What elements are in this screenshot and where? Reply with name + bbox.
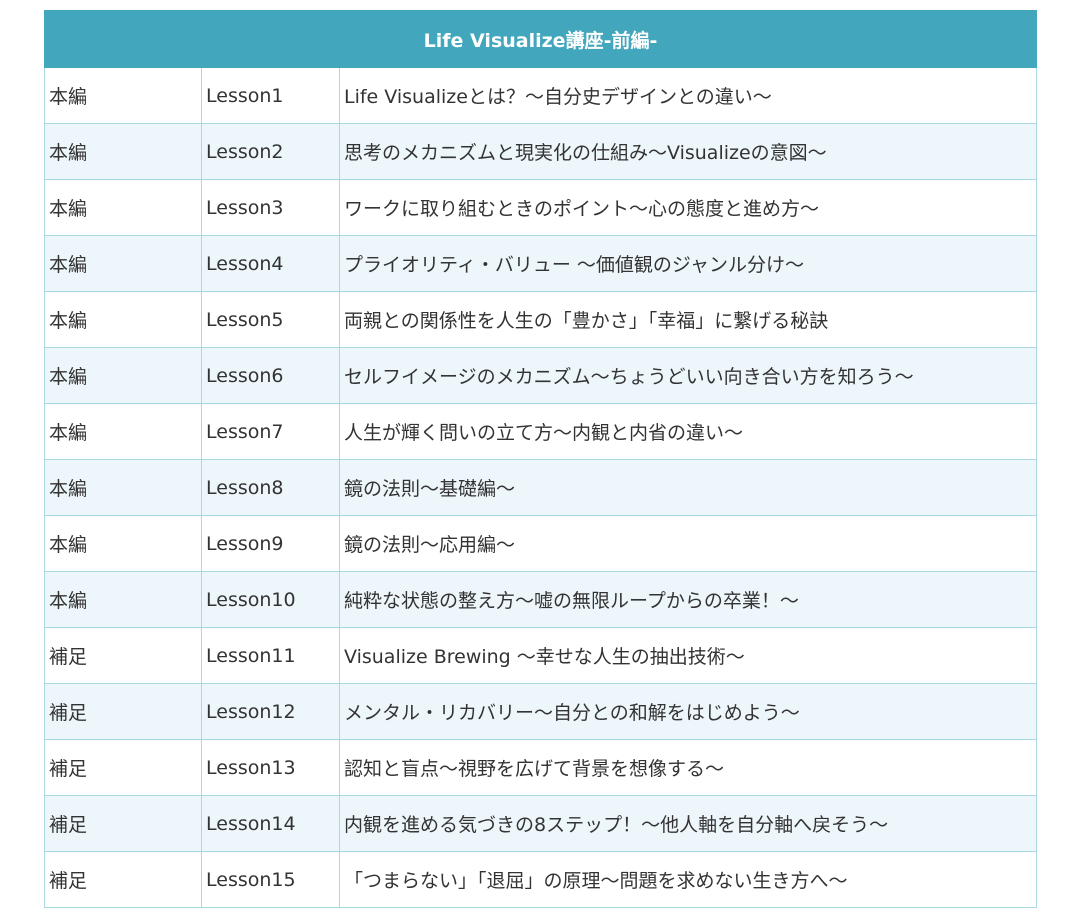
row-title-cell: 思考のメカニズムと現実化の仕組み～Visualizeの意図～: [338, 123, 1038, 180]
row-type-cell: 本編: [44, 179, 202, 236]
table-row: 本編 Lesson1 Life Visualizeとは？～自分史デザインとの違い～: [44, 67, 1038, 124]
row-lesson-cell: Lesson1: [201, 67, 340, 124]
row-title-cell: Visualize Brewing ～幸せな人生の抽出技術～: [338, 627, 1038, 684]
row-type-cell: 本編: [44, 347, 202, 404]
row-type-cell: 本編: [44, 515, 202, 572]
row-type-cell: 補足: [44, 627, 202, 684]
row-title-cell: ワークに取り組むときのポイント～心の態度と進め方～: [338, 179, 1038, 236]
table-row: 本編 Lesson4 プライオリティ・バリュー ～価値観のジャンル分け～: [44, 235, 1038, 292]
table-row: 本編 Lesson9 鏡の法則～応用編～: [44, 515, 1038, 572]
row-title-cell: 人生が輝く問いの立て方～内観と内省の違い～: [338, 403, 1038, 460]
row-type-cell: 補足: [44, 851, 202, 908]
row-type-cell: 本編: [44, 291, 202, 348]
table-header-row: Life Visualize講座-前編-: [43, 10, 1038, 68]
row-lesson-cell: Lesson2: [201, 123, 340, 180]
table-row: 本編 Lesson10 純粋な状態の整え方～嘘の無限ループからの卒業！～: [44, 571, 1038, 628]
row-title-cell: 両親との関係性を人生の「豊かさ」「幸福」に繋げる秘訣: [338, 291, 1038, 348]
row-lesson-cell: Lesson4: [201, 235, 340, 292]
row-lesson-cell: Lesson8: [201, 459, 340, 516]
row-type-cell: 本編: [44, 459, 202, 516]
row-lesson-cell: Lesson14: [201, 795, 340, 852]
row-type-cell: 補足: [44, 739, 202, 796]
row-title-cell: 認知と盲点～視野を広げて背景を想像する～: [338, 739, 1038, 796]
row-lesson-cell: Lesson6: [201, 347, 340, 404]
row-type-cell: 本編: [44, 123, 202, 180]
row-lesson-cell: Lesson3: [201, 179, 340, 236]
row-type-cell: 本編: [44, 571, 202, 628]
row-type-cell: 本編: [44, 403, 202, 460]
table-row: 補足 Lesson11 Visualize Brewing ～幸せな人生の抽出技術～: [44, 627, 1038, 684]
row-lesson-cell: Lesson9: [201, 515, 340, 572]
row-title-cell: セルフイメージのメカニズム～ちょうどいい向き合い方を知ろう～: [338, 347, 1038, 404]
row-title-cell: プライオリティ・バリュー ～価値観のジャンル分け～: [338, 235, 1038, 292]
row-title-cell: メンタル・リカバリー～自分との和解をはじめよう～: [338, 683, 1038, 740]
row-title-cell: 鏡の法則～応用編～: [338, 515, 1038, 572]
lesson-table: Life Visualize講座-前編- 本編 Lesson1 Life Visua…: [43, 10, 1038, 908]
table-row: 本編 Lesson8 鏡の法則～基礎編～: [44, 459, 1038, 516]
row-title-cell: 「つまらない」「退屈」の原理～問題を求めない生き方へ～: [338, 851, 1038, 908]
table-row: 本編 Lesson5 両親との関係性を人生の「豊かさ」「幸福」に繋げる秘訣: [44, 291, 1038, 348]
row-type-cell: 本編: [44, 67, 202, 124]
row-title-cell: Life Visualizeとは？～自分史デザインとの違い～: [338, 67, 1038, 124]
table-row: 補足 Lesson12 メンタル・リカバリー～自分との和解をはじめよう～: [44, 683, 1038, 740]
table-row: 本編 Lesson6 セルフイメージのメカニズム～ちょうどいい向き合い方を知ろう～: [44, 347, 1038, 404]
table-row: 本編 Lesson2 思考のメカニズムと現実化の仕組み～Visualizeの意図～: [44, 123, 1038, 180]
row-lesson-cell: Lesson11: [201, 627, 340, 684]
row-title-cell: 鏡の法則～基礎編～: [338, 459, 1038, 516]
table-row: 補足 Lesson15 「つまらない」「退屈」の原理～問題を求めない生き方へ～: [44, 851, 1038, 908]
row-type-cell: 本編: [44, 235, 202, 292]
row-lesson-cell: Lesson5: [201, 291, 340, 348]
row-lesson-cell: Lesson15: [201, 851, 340, 908]
row-title-cell: 内観を進める気づきの8ステップ！～他人軸を自分軸へ戻そう～: [338, 795, 1038, 852]
table-row: 本編 Lesson7 人生が輝く問いの立て方～内観と内省の違い～: [44, 403, 1038, 460]
row-type-cell: 補足: [44, 795, 202, 852]
table-row: 本編 Lesson3 ワークに取り組むときのポイント～心の態度と進め方～: [44, 179, 1038, 236]
row-lesson-cell: Lesson12: [201, 683, 340, 740]
table-row: 補足 Lesson13 認知と盲点～視野を広げて背景を想像する～: [44, 739, 1038, 796]
row-type-cell: 補足: [44, 683, 202, 740]
table-row: 補足 Lesson14 内観を進める気づきの8ステップ！～他人軸を自分軸へ戻そう～: [44, 795, 1038, 852]
row-lesson-cell: Lesson7: [201, 403, 340, 460]
row-lesson-cell: Lesson10: [201, 571, 340, 628]
row-lesson-cell: Lesson13: [201, 739, 340, 796]
table-title: Life Visualize講座-前編-: [43, 10, 1038, 68]
table-body: 本編 Lesson1 Life Visualizeとは？～自分史デザインとの違い～本…: [44, 67, 1038, 908]
row-title-cell: 純粋な状態の整え方～嘘の無限ループからの卒業！～: [338, 571, 1038, 628]
